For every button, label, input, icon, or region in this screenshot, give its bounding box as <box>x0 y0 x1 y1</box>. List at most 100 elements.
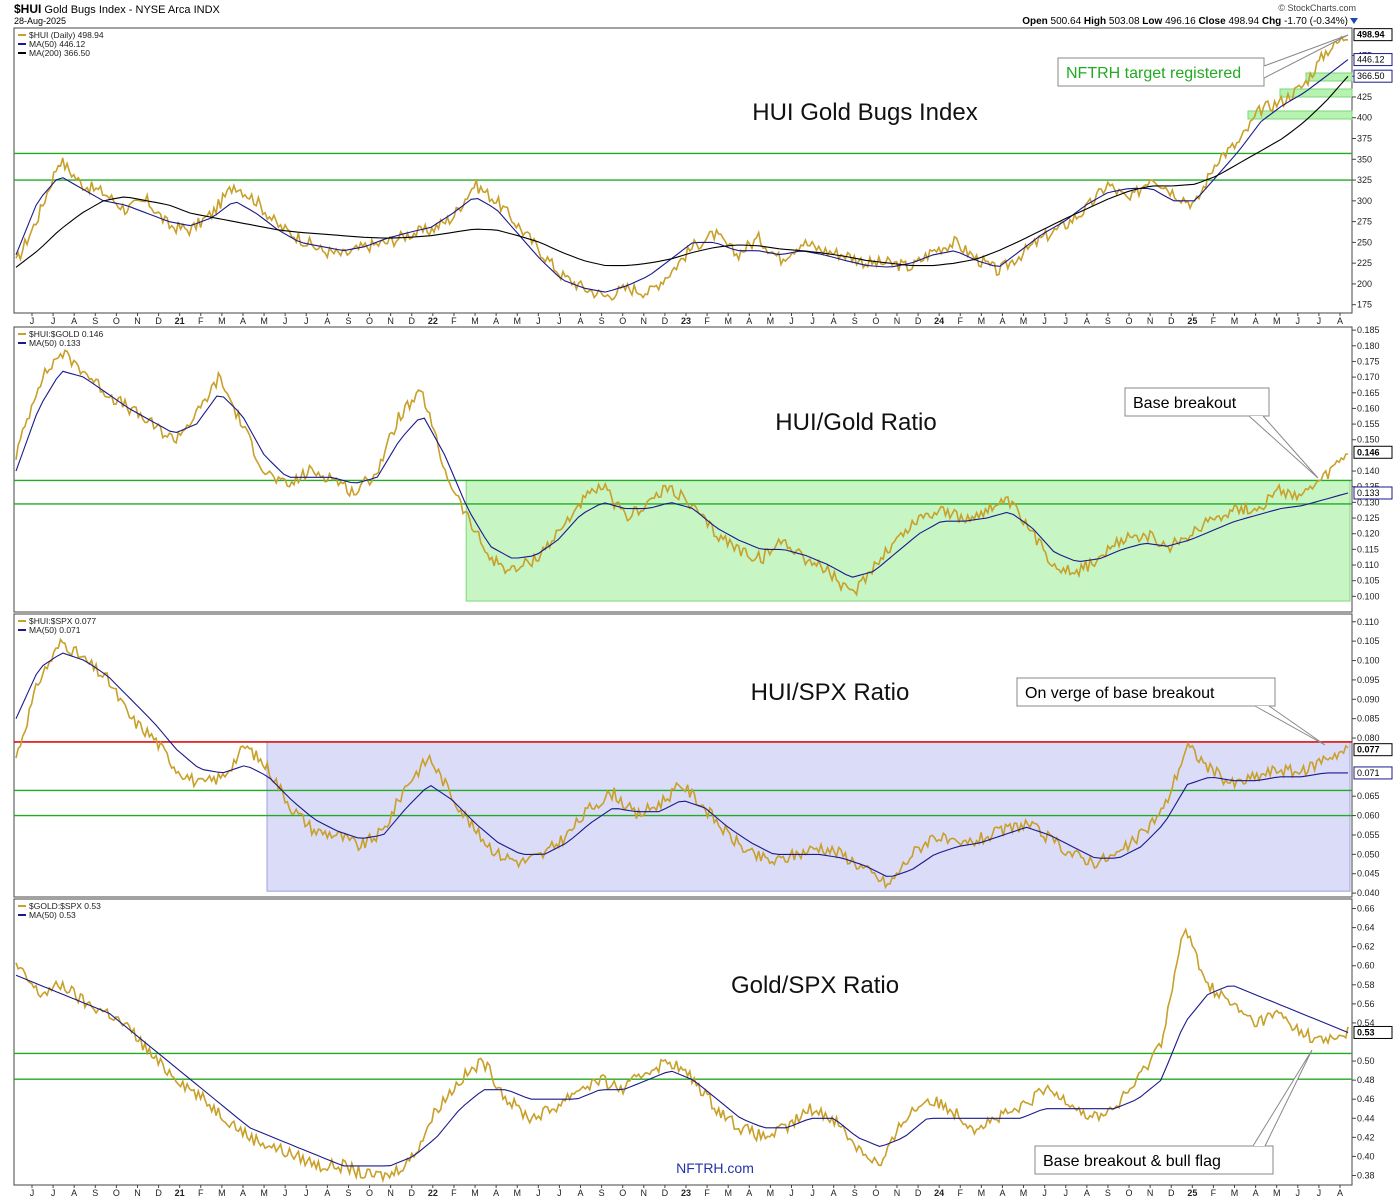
x-tick-label: M <box>767 1188 775 1198</box>
x-tick-label: M <box>513 316 521 326</box>
x-tick-label: F <box>198 316 204 326</box>
y-tick-label: 0.115 <box>1357 544 1379 554</box>
y-tick-label: 0.065 <box>1357 791 1380 801</box>
x-tick-label: D <box>662 316 669 326</box>
y-tick-label: 0.170 <box>1357 372 1380 382</box>
x-tick-label: D <box>915 1188 922 1198</box>
x-tick-label: O <box>113 316 120 326</box>
y-tick-label: 0.100 <box>1357 656 1380 666</box>
x-tick-label: M <box>1273 1188 1281 1198</box>
y-tick-label: 0.140 <box>1357 466 1380 476</box>
last-value-label: 0.53 <box>1357 1027 1375 1037</box>
x-tick-label: S <box>852 316 858 326</box>
x-tick-label: M <box>260 1188 268 1198</box>
y-tick-label: 0.105 <box>1357 636 1380 646</box>
panel-title: HUI/SPX Ratio <box>751 679 910 706</box>
y-axis: 0.110 0.105 0.100 0.095 0.090 0.085 0.080 0.065… <box>1352 617 1393 898</box>
x-tick-label: J <box>1317 1188 1322 1198</box>
x-tick-label: M <box>471 316 479 326</box>
x-tick-label: O <box>1126 1188 1133 1198</box>
x-tick-label: O <box>872 1188 879 1198</box>
x-tick-label: J <box>1296 1188 1301 1198</box>
y-tick-label: 0.50 <box>1357 1056 1375 1066</box>
y-tick-label: 0.180 <box>1357 341 1380 351</box>
x-tick-label: J <box>1042 1188 1047 1198</box>
x-tick-label: F <box>451 1188 457 1198</box>
y-tick-label: 0.62 <box>1357 942 1375 952</box>
x-tick-label: S <box>345 316 351 326</box>
x-tick-label: D <box>155 1188 162 1198</box>
x-tick-label: N <box>134 316 141 326</box>
x-tick-label: N <box>387 1188 394 1198</box>
y-tick-label: 0.58 <box>1357 980 1375 990</box>
y-tick-label: 0.105 <box>1357 576 1380 586</box>
y-axis: 4754504254003753503253002752502252001754… <box>1352 28 1393 310</box>
x-tick-label: A <box>1337 1188 1343 1198</box>
last-value-label: 0.071 <box>1357 768 1380 778</box>
x-tick-label: N <box>641 316 648 326</box>
x-tick-label: J <box>536 316 541 326</box>
y-tick-label: 0.175 <box>1357 356 1380 366</box>
x-tick-label: D <box>155 316 162 326</box>
x-tick-label: F <box>198 1188 204 1198</box>
x-tick-label: J <box>1063 1188 1068 1198</box>
x-tick-label: 23 <box>681 1188 691 1198</box>
x-tick-label: J <box>30 1188 35 1198</box>
x-tick-label: O <box>1126 316 1133 326</box>
x-tick-label: A <box>1084 316 1090 326</box>
y-axis: 0.185 0.180 0.175 0.170 0.165 0.160 0.155 0.150… <box>1352 325 1393 601</box>
panel-title: Gold/SPX Ratio <box>731 972 899 999</box>
annotation-text: Base breakout <box>1133 395 1237 412</box>
x-tick-label: M <box>1020 1188 1028 1198</box>
x-tick-label: M <box>218 316 226 326</box>
y-tick-label: 0.120 <box>1357 529 1380 539</box>
x-tick-label: F <box>958 316 964 326</box>
x-tick-label: J <box>810 1188 815 1198</box>
last-value-label: 0.133 <box>1357 488 1380 498</box>
y-tick-label: 350 <box>1357 154 1372 164</box>
x-axis-top: J J A S O N D 21 F M A M J J A S O N D 22 F M A M J J A S O N D 23 F M A M J… <box>30 313 1343 326</box>
x-tick-label: M <box>1231 1188 1239 1198</box>
x-tick-label: N <box>134 1188 141 1198</box>
x-tick-label: M <box>1273 316 1281 326</box>
x-tick-label: J <box>51 1188 56 1198</box>
x-tick-label: 21 <box>175 1188 185 1198</box>
y-tick-label: 0.38 <box>1357 1170 1375 1180</box>
x-tick-label: N <box>641 1188 648 1198</box>
y-tick-label: 0.090 <box>1357 694 1380 704</box>
x-tick-label: S <box>599 316 605 326</box>
y-axis: 0.660.640.620.600.580.560.540.500.480.46… <box>1352 904 1393 1180</box>
x-tick-label: 24 <box>934 316 944 326</box>
x-tick-label: A <box>578 316 584 326</box>
last-value-label: 0.146 <box>1357 447 1380 457</box>
x-tick-label: M <box>724 316 732 326</box>
x-tick-label: D <box>1168 316 1175 326</box>
x-tick-label: 25 <box>1187 1188 1197 1198</box>
y-tick-label: 250 <box>1357 237 1372 247</box>
x-tick-label: F <box>704 316 710 326</box>
x-tick-label: J <box>304 1188 309 1198</box>
y-tick-label: 0.050 <box>1357 849 1380 859</box>
x-tick-label: J <box>536 1188 541 1198</box>
y-tick-label: 0.150 <box>1357 435 1380 445</box>
x-tick-label: N <box>894 316 901 326</box>
x-tick-label: D <box>1168 1188 1175 1198</box>
x-tick-label: J <box>51 316 56 326</box>
y-tick-label: 0.100 <box>1357 591 1380 601</box>
panel-frame <box>13 898 1353 1186</box>
x-tick-label: N <box>1147 316 1154 326</box>
y-tick-label: 0.60 <box>1357 961 1375 971</box>
y-tick-label: 0.095 <box>1357 675 1380 685</box>
chart-canvas: 4754504254003753503253002752502252001754… <box>13 27 1393 1198</box>
y-tick-label: 0.045 <box>1357 869 1380 879</box>
x-tick-label: A <box>71 316 77 326</box>
chart-panel-2: 0.185 0.180 0.175 0.170 0.165 0.160 0.155 0.150… <box>13 325 1393 613</box>
y-tick-label: 0.055 <box>1357 830 1380 840</box>
x-tick-label: O <box>366 1188 373 1198</box>
x-tick-label: O <box>619 316 626 326</box>
chart-panel-1: 4754504254003753503253002752502252001754… <box>13 27 1393 314</box>
x-tick-label: A <box>746 316 752 326</box>
x-tick-label: F <box>1211 1188 1217 1198</box>
y-tick-label: 0.46 <box>1357 1094 1375 1104</box>
x-tick-label: N <box>1147 1188 1154 1198</box>
